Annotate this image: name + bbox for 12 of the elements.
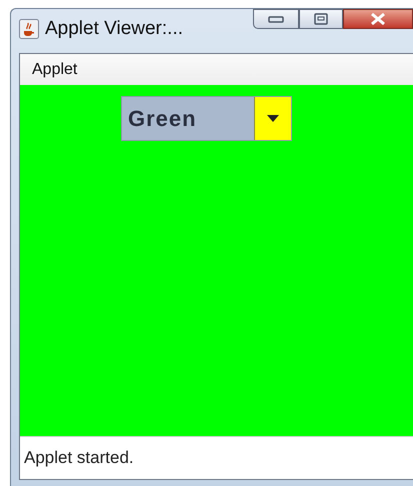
color-dropdown[interactable]: Green <box>121 96 292 141</box>
maximize-icon <box>314 13 328 25</box>
coffee-cup-icon <box>19 19 39 39</box>
close-icon <box>370 12 386 26</box>
menu-item[interactable]: Applet <box>26 58 84 80</box>
window-title: Applet Viewer:... <box>45 18 184 40</box>
status-text: Applet started. <box>24 448 134 468</box>
caret-icon <box>267 115 279 122</box>
maximize-button[interactable] <box>299 9 343 29</box>
minimize-icon <box>268 15 284 23</box>
minimize-button[interactable] <box>253 9 299 29</box>
close-button[interactable] <box>343 9 413 29</box>
